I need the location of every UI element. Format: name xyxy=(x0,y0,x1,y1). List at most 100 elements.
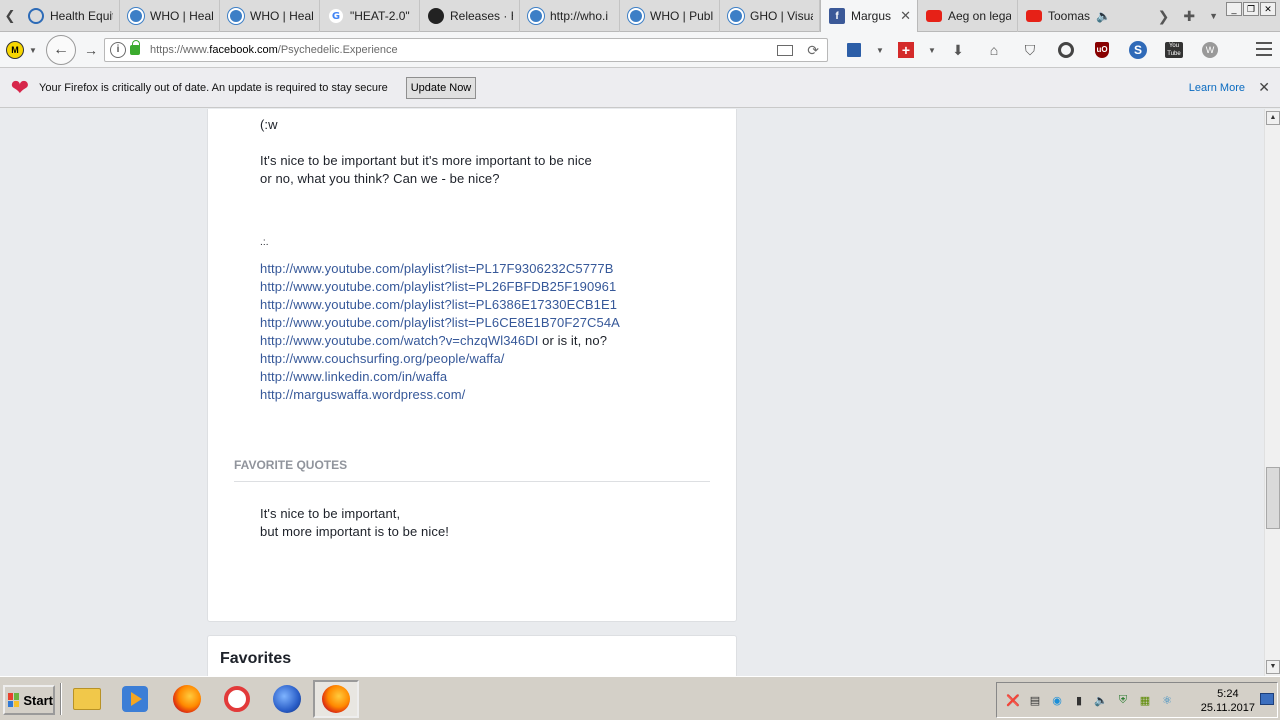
show-desktop-icon[interactable] xyxy=(1260,693,1274,705)
about-line: It's nice to be important but it's more … xyxy=(260,153,592,168)
reload-icon[interactable]: ⟳ xyxy=(807,42,819,59)
youtube-playlist-link[interactable]: http://www.youtube.com/playlist?list=PL1… xyxy=(260,261,613,276)
youtube-addon-button[interactable]: You Tube xyxy=(1156,38,1192,62)
toolbar: ▼ + ▼ ⬇ ⌂ ⛉ uO S You Tube W xyxy=(836,38,1228,62)
who-icon xyxy=(728,8,744,24)
blue-globe-icon xyxy=(273,685,301,713)
chevron-down-icon[interactable]: ▼ xyxy=(924,38,940,62)
downloads-button[interactable]: ⬇ xyxy=(940,38,976,62)
taskbar-media-player[interactable] xyxy=(118,682,152,716)
couchsurfing-link[interactable]: http://www.couchsurfing.org/people/waffa… xyxy=(260,351,505,366)
tab-tools: ❯ ✚ ▼ xyxy=(1158,0,1218,32)
youtube-playlist-link[interactable]: http://www.youtube.com/playlist?list=PL2… xyxy=(260,279,616,294)
reader-view-icon[interactable] xyxy=(777,44,794,56)
ring-addon-button[interactable] xyxy=(1048,38,1084,62)
window-controls: _ ❐ ✕ xyxy=(1226,2,1276,16)
firefox-icon xyxy=(173,685,201,713)
addon-red-cross-button[interactable]: + xyxy=(888,38,924,62)
system-clock[interactable]: 5:24 25.11.2017 xyxy=(1201,687,1255,715)
s-addon-button[interactable]: S xyxy=(1120,38,1156,62)
tab-google-heat[interactable]: G "HEAT-2.0" \ xyxy=(320,0,420,32)
heart-pulse-icon: ❤ xyxy=(10,74,30,100)
opera-icon xyxy=(224,686,250,712)
taskbar-explorer[interactable] xyxy=(70,682,104,716)
quote-line: but more important is to be nice! xyxy=(260,524,450,539)
tab-strip: ❮ Health Equit WHO | Healt WHO | Healt G… xyxy=(0,0,1280,32)
chevron-down-icon[interactable]: ▼ xyxy=(27,39,39,61)
clipboard-icon[interactable]: ▤ xyxy=(1027,692,1043,708)
tab-facebook-margus[interactable]: f Margus N ✕ xyxy=(820,0,918,32)
chevron-right-icon[interactable]: ❯ xyxy=(1158,8,1170,25)
system-tray: ❌ ▤ ◉ ▮ 🔈 ⛨ ▦ ⚛ 5:24 25.11.2017 xyxy=(996,682,1278,718)
url-bar[interactable]: i https://www.facebook.com/Psychedelic.E… xyxy=(104,38,828,62)
new-tab-icon[interactable]: ✚ xyxy=(1183,8,1195,25)
page-scrollbar[interactable]: ▲ ▼ xyxy=(1264,109,1280,676)
window-close-icon[interactable]: ✕ xyxy=(1260,2,1276,16)
who-icon xyxy=(528,8,544,24)
wordpress-link[interactable]: http://marguswaffa.wordpress.com/ xyxy=(260,387,465,402)
tab-list-icon[interactable]: ▼ xyxy=(1209,11,1218,21)
pocket-icon: ⛉ xyxy=(1024,41,1036,58)
tab-scroll-left-icon[interactable]: ❮ xyxy=(0,0,20,32)
youtube-watch-link[interactable]: http://www.youtube.com/watch?v=chzqWl346… xyxy=(260,333,538,348)
menu-badge-icon[interactable]: M xyxy=(6,41,24,59)
minimize-icon[interactable]: _ xyxy=(1226,2,1242,16)
gpu-icon[interactable]: ▦ xyxy=(1137,692,1153,708)
taskbar-blue-app[interactable] xyxy=(270,682,304,716)
tab-gho-visual[interactable]: GHO | Visua xyxy=(720,0,820,32)
ring-icon xyxy=(1058,42,1074,58)
youtube-icon xyxy=(926,10,942,22)
lock-icon xyxy=(130,40,140,55)
tab-who-health-1[interactable]: WHO | Healt xyxy=(120,0,220,32)
update-icon[interactable]: ⚛ xyxy=(1159,692,1175,708)
info-icon[interactable]: i xyxy=(110,42,126,58)
save-button[interactable] xyxy=(836,38,872,62)
update-now-button[interactable]: Update Now xyxy=(405,76,477,99)
w-addon-icon: W xyxy=(1202,42,1218,58)
tab-who-health-2[interactable]: WHO | Healt xyxy=(220,0,320,32)
home-button[interactable]: ⌂ xyxy=(976,38,1012,62)
taskbar-firefox[interactable] xyxy=(170,682,204,716)
taskbar-firefox-active[interactable] xyxy=(313,680,359,718)
media-player-icon xyxy=(122,686,148,712)
forward-button[interactable]: → xyxy=(80,39,102,61)
hamburger-menu-icon[interactable] xyxy=(1256,42,1272,56)
linkedin-link[interactable]: http://www.linkedin.com/in/waffa xyxy=(260,369,447,384)
who-icon xyxy=(628,8,644,24)
ublock-button[interactable]: uO xyxy=(1084,38,1120,62)
youtube-playlist-link[interactable]: http://www.youtube.com/playlist?list=PL6… xyxy=(260,297,617,312)
save-icon xyxy=(847,43,861,57)
tab-who-publications[interactable]: WHO | Publi xyxy=(620,0,720,32)
tab-youtube-toomas[interactable]: Toomas 🔈 xyxy=(1018,0,1118,32)
youtube-playlist-link[interactable]: http://www.youtube.com/playlist?list=PL6… xyxy=(260,315,620,330)
scrollbar-thumb[interactable] xyxy=(1266,467,1280,529)
speaker-icon[interactable]: 🔈 xyxy=(1093,692,1109,708)
tab-who-int[interactable]: http://who.i xyxy=(520,0,620,32)
youtube-watch-line: http://www.youtube.com/watch?v=chzqWl346… xyxy=(260,333,608,348)
google-icon: G xyxy=(328,8,344,24)
tab-youtube-aeg[interactable]: Aeg on legal xyxy=(918,0,1018,32)
taskbar-opera[interactable] xyxy=(220,682,254,716)
close-icon[interactable]: ✕ xyxy=(1258,79,1270,96)
start-button[interactable]: Start xyxy=(3,685,55,715)
url-text[interactable]: https://www.facebook.com/Psychedelic.Exp… xyxy=(150,44,777,56)
speaker-icon[interactable]: 🔈 xyxy=(1096,9,1111,23)
scroll-up-icon[interactable]: ▲ xyxy=(1266,111,1280,125)
ring-icon xyxy=(28,8,44,24)
back-button[interactable]: ← xyxy=(46,35,76,65)
security-icon[interactable]: ⛨ xyxy=(1115,692,1131,708)
signal-icon[interactable]: ▮ xyxy=(1071,692,1087,708)
w-addon-button[interactable]: W xyxy=(1192,38,1228,62)
network-blocked-icon[interactable]: ❌ xyxy=(1005,692,1021,708)
close-icon[interactable]: ✕ xyxy=(900,8,911,24)
restore-icon[interactable]: ❐ xyxy=(1243,2,1259,16)
pocket-button[interactable]: ⛉ xyxy=(1012,38,1048,62)
chevron-down-icon[interactable]: ▼ xyxy=(872,38,888,62)
home-icon: ⌂ xyxy=(989,42,999,58)
tab-github-releases[interactable]: Releases · H xyxy=(420,0,520,32)
tab-health-equity[interactable]: Health Equit xyxy=(20,0,120,32)
scroll-down-icon[interactable]: ▼ xyxy=(1266,660,1280,674)
tray-icons: ❌ ▤ ◉ ▮ 🔈 ⛨ ▦ ⚛ xyxy=(997,692,1175,708)
target-icon[interactable]: ◉ xyxy=(1049,692,1065,708)
learn-more-link[interactable]: Learn More xyxy=(1189,82,1245,94)
